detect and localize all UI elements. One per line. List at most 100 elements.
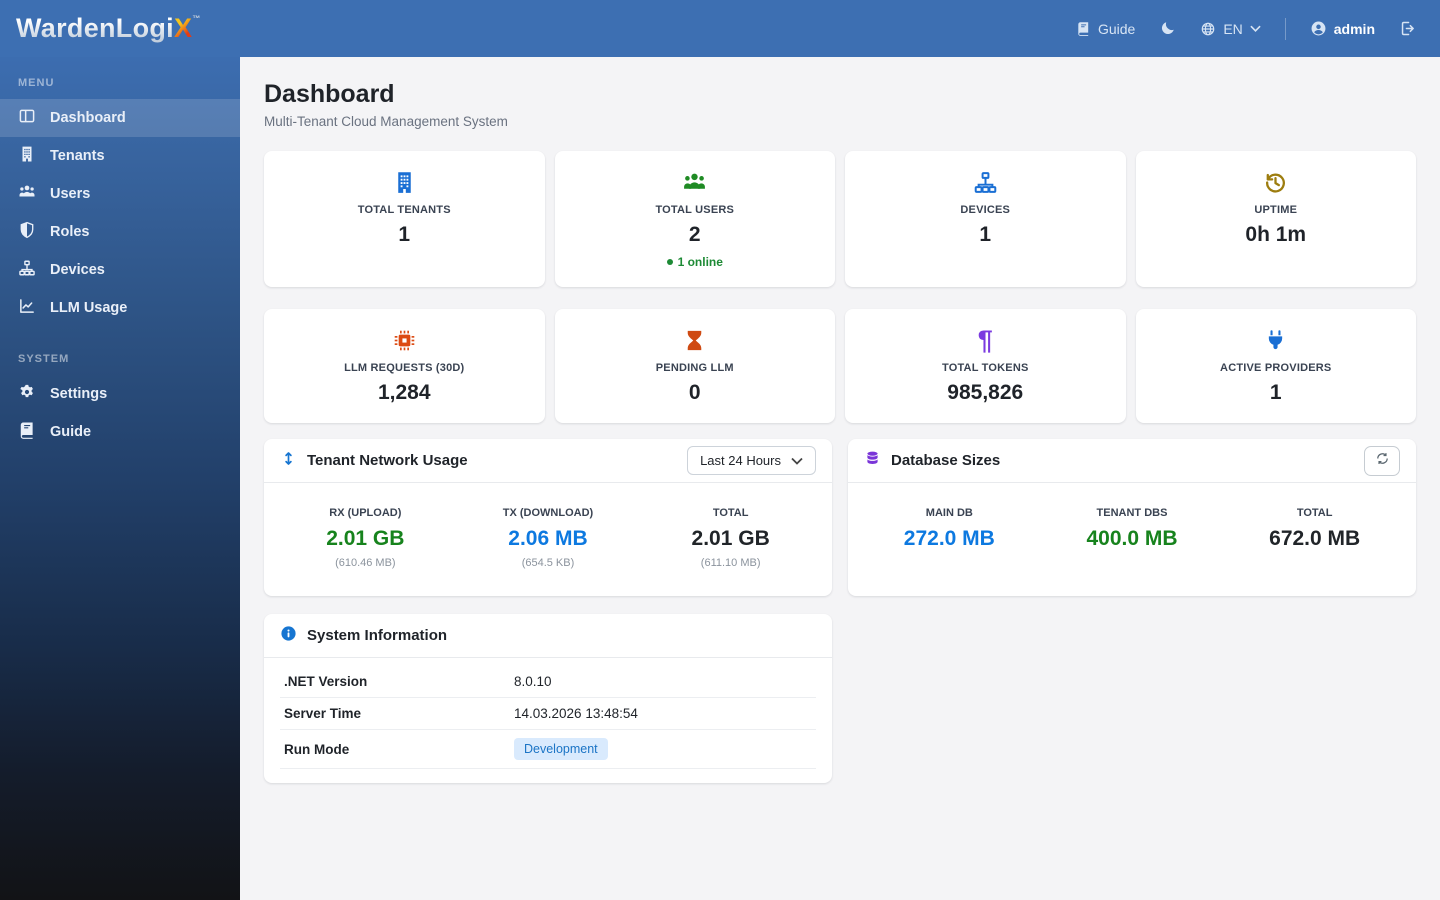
sitemap-icon — [18, 259, 36, 281]
globe-icon — [1200, 21, 1216, 37]
system-info-title: System Information — [307, 627, 448, 644]
moon-icon — [1159, 20, 1176, 37]
sidebar-item-users[interactable]: Users — [0, 175, 240, 213]
columns-icon — [18, 107, 36, 129]
brand-name: WardenLogi — [16, 13, 174, 43]
sidebar-item-tenants[interactable]: Tenants — [0, 137, 240, 175]
sidebar-system-section-label: SYSTEM — [18, 353, 70, 365]
microchip-icon — [274, 327, 535, 354]
chart-line-icon — [18, 297, 36, 319]
system-info-row: System Information .NET Version 8.0.10 S… — [264, 614, 1416, 783]
main-content: Dashboard Multi-Tenant Cloud Management … — [240, 0, 1440, 807]
table-row: .NET Version 8.0.10 — [280, 666, 816, 698]
stat-card-pending-llm: PENDING LLM 0 — [554, 309, 835, 423]
metric-value: 672.0 MB — [1269, 527, 1361, 550]
system-info-table: .NET Version 8.0.10 Server Time 14.03.20… — [264, 658, 832, 783]
chevron-down-icon — [791, 453, 803, 468]
metric-total: TOTAL 2.01 GB (611.10 MB) — [639, 507, 822, 569]
info-row-label: Server Time — [284, 706, 362, 721]
refresh-button[interactable] — [1364, 445, 1400, 476]
logout-button[interactable] — [1399, 20, 1416, 37]
metric-main-db: MAIN DB 272.0 MB — [858, 507, 1041, 551]
metric-label: TOTAL — [1296, 507, 1333, 519]
panels-row: Tenant Network Usage Last 24 Hours RX (U… — [264, 439, 1416, 596]
database-sizes-panel: Database Sizes MAIN DB 272.0 MB TENANT D… — [848, 439, 1416, 596]
metric-tenant-dbs: TENANT DBS 400.0 MB — [1041, 507, 1224, 551]
stat-label: PENDING LLM — [655, 362, 734, 374]
history-icon — [1146, 169, 1407, 196]
stat-label: UPTIME — [1254, 204, 1298, 216]
stat-value: 1 — [1269, 381, 1282, 404]
stat-card-active-providers: ACTIVE PROVIDERS 1 — [1135, 309, 1416, 423]
header-guide-link[interactable]: Guide — [1076, 21, 1135, 37]
network-panel-title: Tenant Network Usage — [307, 452, 468, 469]
sidebar-menu-section-label: MENU — [18, 77, 55, 89]
person-circle-icon — [1310, 20, 1327, 37]
info-row-label: .NET Version — [284, 674, 368, 689]
period-select[interactable]: Last 24 Hours — [687, 446, 816, 475]
header-actions: Guide EN admin — [1076, 17, 1416, 40]
table-row: Run Mode Development — [280, 730, 816, 769]
sidebar-item-settings[interactable]: Settings — [0, 375, 240, 413]
shield-halved-icon — [18, 221, 36, 243]
stat-cards-row-1: TOTAL TENANTS 1 TOTAL USERS 2 1 online D… — [264, 151, 1416, 287]
stat-label: TOTAL TENANTS — [357, 204, 451, 216]
system-info-header: System Information — [264, 614, 832, 658]
sidebar-item-label: Tenants — [50, 148, 105, 164]
stat-card-uptime: UPTIME 0h 1m — [1135, 151, 1416, 287]
info-circle-icon — [280, 625, 297, 647]
stat-value: 1,284 — [377, 381, 431, 404]
users-icon — [565, 169, 826, 196]
trademark-symbol: ™ — [192, 14, 201, 23]
top-header-bar: WardenLogiX™ Guide EN admin — [0, 0, 1440, 57]
stat-value: 1 — [979, 223, 992, 246]
metric-label: TOTAL — [712, 507, 749, 519]
network-panel-body: RX (UPLOAD) 2.01 GB (610.46 MB) TX (DOWN… — [264, 483, 832, 596]
stat-value: 985,826 — [947, 381, 1024, 404]
brand-logo[interactable]: WardenLogiX™ — [16, 15, 201, 42]
info-row-value: 14.03.2026 13:48:54 — [514, 706, 638, 721]
book-icon — [1076, 21, 1091, 36]
stat-value: 0h 1m — [1245, 223, 1307, 246]
sidebar-item-label: LLM Usage — [50, 300, 128, 316]
language-dropdown[interactable]: EN — [1200, 20, 1261, 37]
metric-label: RX (UPLOAD) — [329, 507, 402, 519]
database-panel-header: Database Sizes — [848, 439, 1416, 483]
online-count-label: 1 online — [677, 255, 723, 269]
sidebar-item-label: Guide — [50, 424, 92, 440]
stat-value: 2 — [688, 223, 701, 246]
metric-value: 2.01 GB — [691, 527, 770, 550]
metric-label: TENANT DBS — [1096, 507, 1168, 519]
tenant-network-usage-panel: Tenant Network Usage Last 24 Hours RX (U… — [264, 439, 832, 596]
stat-label: TOTAL TOKENS — [941, 362, 1029, 374]
metric-tx: TX (DOWNLOAD) 2.06 MB (654.5 KB) — [457, 507, 640, 569]
metric-sub: (611.10 MB) — [700, 557, 761, 569]
sidebar-item-dashboard[interactable]: Dashboard — [0, 99, 240, 137]
header-guide-label: Guide — [1097, 20, 1136, 37]
brand-accent-letter: X — [174, 13, 193, 43]
info-row-value: 8.0.10 — [514, 674, 552, 689]
stat-label: LLM REQUESTS (30D) — [344, 362, 465, 374]
sidebar-item-devices[interactable]: Devices — [0, 251, 240, 289]
user-menu[interactable]: admin — [1310, 20, 1375, 37]
language-selected-label: EN — [1223, 20, 1243, 37]
online-dot-icon — [666, 259, 673, 265]
sidebar-item-roles[interactable]: Roles — [0, 213, 240, 251]
sidebar-item-label: Users — [50, 186, 91, 202]
system-information-panel: System Information .NET Version 8.0.10 S… — [264, 614, 832, 783]
plug-icon — [1146, 327, 1407, 354]
up-down-arrow-icon — [280, 450, 297, 472]
theme-toggle-button[interactable] — [1159, 20, 1176, 37]
sidebar-item-llm-usage[interactable]: LLM Usage — [0, 289, 240, 327]
pilcrow-icon: ¶ — [977, 325, 993, 355]
online-status: 1 online — [565, 255, 826, 269]
info-row-label: Run Mode — [284, 741, 350, 757]
sidebar-item-guide[interactable]: Guide — [0, 413, 240, 451]
hourglass-icon — [565, 327, 826, 354]
page-subtitle: Multi-Tenant Cloud Management System — [264, 114, 508, 129]
network-panel-header: Tenant Network Usage Last 24 Hours — [264, 439, 832, 483]
stat-label: TOTAL USERS — [655, 204, 735, 216]
metric-label: MAIN DB — [925, 507, 973, 519]
gear-icon — [18, 383, 36, 405]
stat-label: ACTIVE PROVIDERS — [1220, 362, 1332, 374]
